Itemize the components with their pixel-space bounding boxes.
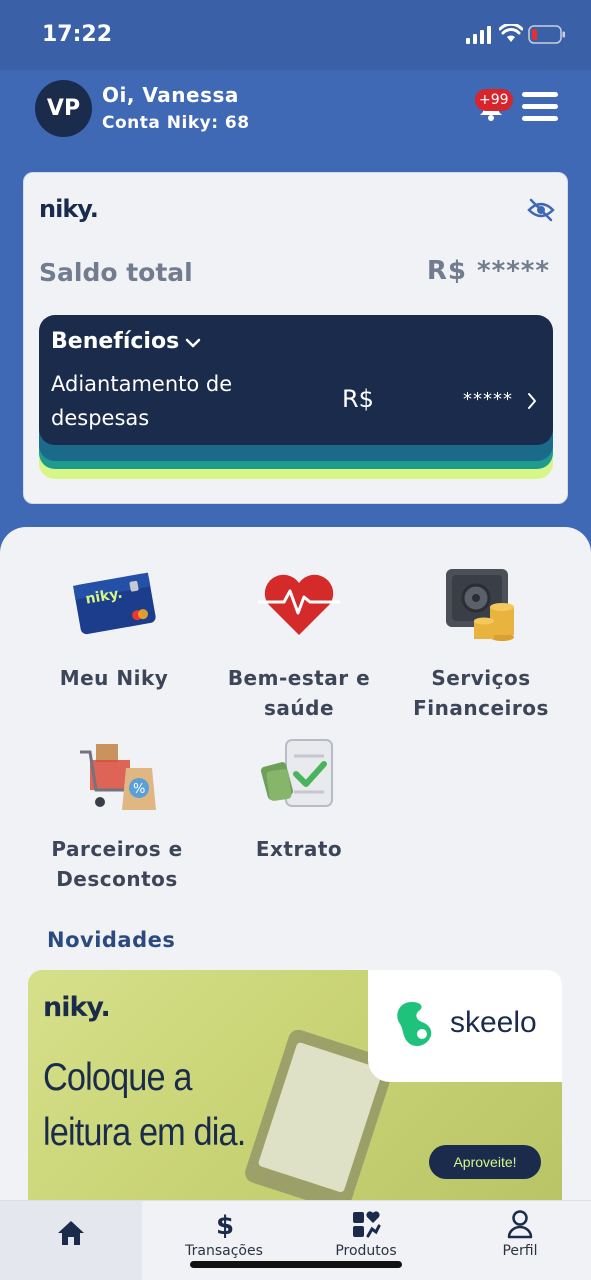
service-label: Parceiros e Descontos bbox=[51, 837, 183, 891]
service-extrato[interactable]: Extrato bbox=[209, 738, 389, 864]
notification-badge: +99 bbox=[475, 89, 513, 111]
skeelo-wordmark: skeelo bbox=[450, 1006, 537, 1039]
skeelo-banner[interactable]: niky. Coloque a leitura em dia. skeelo A… bbox=[28, 970, 562, 1210]
safe-coins-icon bbox=[446, 569, 514, 641]
home-indicator bbox=[190, 1261, 402, 1268]
banner-headline: Coloque a leitura em dia. bbox=[43, 1050, 246, 1160]
status-time: 17:22 bbox=[42, 22, 113, 47]
balance-label: Saldo total bbox=[39, 258, 193, 287]
signal-icon bbox=[466, 26, 491, 44]
battery-icon bbox=[528, 25, 565, 44]
status-bar: 17:22 bbox=[0, 0, 591, 70]
chevron-down-icon[interactable] bbox=[185, 337, 201, 349]
balance-card: niky. Saldo total R$ ***** Benefícios Ad… bbox=[23, 172, 568, 504]
wifi-icon bbox=[499, 24, 523, 42]
services-panel: niky. Meu Niky Bem-estar e saúde Serviço… bbox=[0, 527, 591, 1280]
nav-label: Perfil bbox=[502, 1243, 538, 1259]
receipt-money-icon bbox=[260, 739, 333, 807]
eye-off-icon[interactable] bbox=[527, 197, 555, 223]
nav-perfil[interactable]: Perfil bbox=[480, 1201, 560, 1280]
benefits-card[interactable]: Benefícios Adiantamento de despesas R$ *… bbox=[39, 315, 553, 481]
chevron-right-icon[interactable] bbox=[527, 392, 537, 410]
service-bem-estar[interactable]: Bem-estar e saúde bbox=[209, 567, 389, 723]
svg-text:%: % bbox=[133, 782, 145, 797]
greeting: Oi, Vanessa bbox=[102, 83, 239, 107]
svg-text:$: $ bbox=[216, 1211, 234, 1239]
headline-line-1: Coloque a bbox=[43, 1056, 192, 1099]
headline-line-2: leitura em dia. bbox=[43, 1111, 246, 1154]
benefit-currency: R$ bbox=[342, 385, 374, 413]
shopping-cart-icon: % bbox=[80, 744, 156, 810]
benefit-description: Adiantamento de despesas bbox=[51, 372, 233, 430]
products-icon bbox=[353, 1211, 381, 1238]
nav-label: Produtos bbox=[335, 1243, 397, 1259]
dollar-icon: $ bbox=[216, 1211, 234, 1239]
nav-label: Transações bbox=[185, 1243, 263, 1259]
nav-transacoes[interactable]: $ Transações bbox=[165, 1201, 283, 1280]
aproveite-button[interactable]: Aproveite! bbox=[429, 1145, 541, 1179]
skeelo-logo-box: skeelo bbox=[368, 970, 562, 1082]
user-icon bbox=[507, 1210, 533, 1239]
service-parceiros[interactable]: % Parceiros e Descontos bbox=[27, 738, 207, 894]
service-financeiros[interactable]: Serviços Financeiros bbox=[391, 567, 571, 723]
banner-niky-logo: niky. bbox=[43, 992, 111, 1023]
nav-produtos[interactable]: Produtos bbox=[316, 1201, 416, 1280]
benefits-title[interactable]: Benefícios bbox=[51, 329, 179, 354]
niky-card-icon: niky. bbox=[73, 572, 156, 635]
home-icon bbox=[58, 1221, 84, 1245]
service-label: Serviços Financeiros bbox=[413, 666, 549, 720]
hamburger-menu-icon[interactable] bbox=[522, 92, 558, 124]
service-label: Meu Niky bbox=[59, 666, 169, 690]
niky-logo: niky. bbox=[39, 195, 99, 223]
service-meu-niky[interactable]: niky. Meu Niky bbox=[24, 567, 204, 693]
avatar[interactable]: VP bbox=[35, 80, 92, 137]
skeelo-logo-icon bbox=[397, 1002, 432, 1046]
balance-value: R$ ***** bbox=[426, 256, 550, 286]
heart-pulse-icon bbox=[258, 574, 340, 635]
account-number: Conta Niky: 68 bbox=[102, 113, 250, 133]
service-label: Extrato bbox=[255, 837, 343, 861]
service-label: Bem-estar e saúde bbox=[227, 666, 371, 720]
benefits-panel: Benefícios Adiantamento de despesas R$ *… bbox=[39, 315, 553, 445]
bottom-nav: $ Transações Produtos Perfil bbox=[0, 1200, 591, 1280]
benefit-value: ***** bbox=[463, 389, 513, 410]
nav-home[interactable] bbox=[0, 1201, 142, 1280]
news-title: Novidades bbox=[47, 928, 176, 952]
